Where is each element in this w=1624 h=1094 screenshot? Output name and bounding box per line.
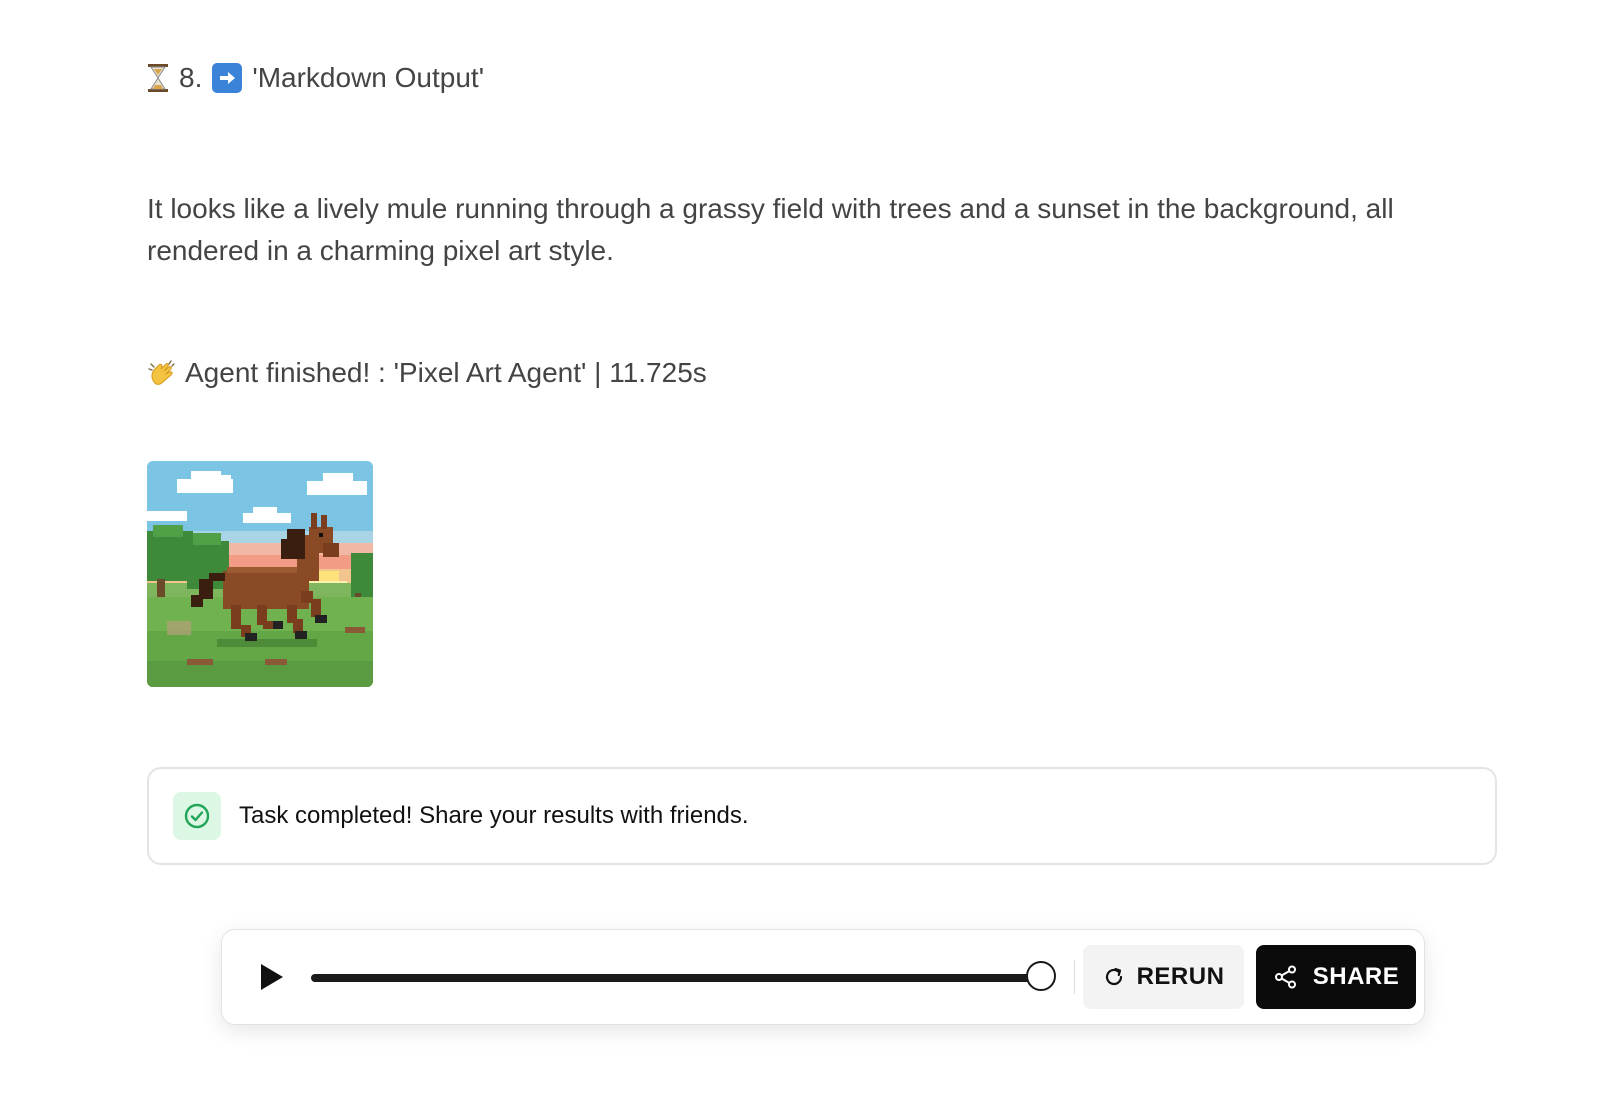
step-number: 8. xyxy=(179,62,203,93)
waving-hand-icon xyxy=(147,358,177,388)
pixel-art-mule-image xyxy=(147,461,373,687)
task-completed-notice: Task completed! Share your results with … xyxy=(147,767,1497,865)
play-icon xyxy=(261,964,283,990)
page: 8. 'Markdown Output' It looks like a liv… xyxy=(0,0,1624,1094)
hourglass-icon xyxy=(147,63,169,93)
progress-slider[interactable] xyxy=(311,961,1056,991)
replay-player: RERUN SHARE xyxy=(221,929,1425,1025)
divider xyxy=(1074,960,1075,994)
agent-finished-text: Agent finished! : 'Pixel Art Agent' | 11… xyxy=(185,357,707,388)
share-label: SHARE xyxy=(1312,963,1400,990)
play-button[interactable] xyxy=(254,960,288,994)
rerun-button[interactable]: RERUN xyxy=(1083,945,1244,1009)
step-label: 'Markdown Output' xyxy=(252,62,485,93)
share-icon xyxy=(1274,965,1296,989)
notice-text: Task completed! Share your results with … xyxy=(239,802,749,829)
agent-finished-line: Agent finished! : 'Pixel Art Agent' | 11… xyxy=(147,357,707,389)
step-line: 8. 'Markdown Output' xyxy=(147,62,484,94)
output-description: It looks like a lively mule running thro… xyxy=(147,193,1394,266)
refresh-icon xyxy=(1105,967,1122,986)
right-arrow-icon xyxy=(212,63,243,93)
progress-fill xyxy=(311,974,1041,982)
share-button[interactable]: SHARE xyxy=(1256,945,1416,1009)
check-circle-icon xyxy=(173,792,221,840)
progress-slider-handle[interactable] xyxy=(1026,961,1056,991)
rerun-label: RERUN xyxy=(1136,963,1225,990)
